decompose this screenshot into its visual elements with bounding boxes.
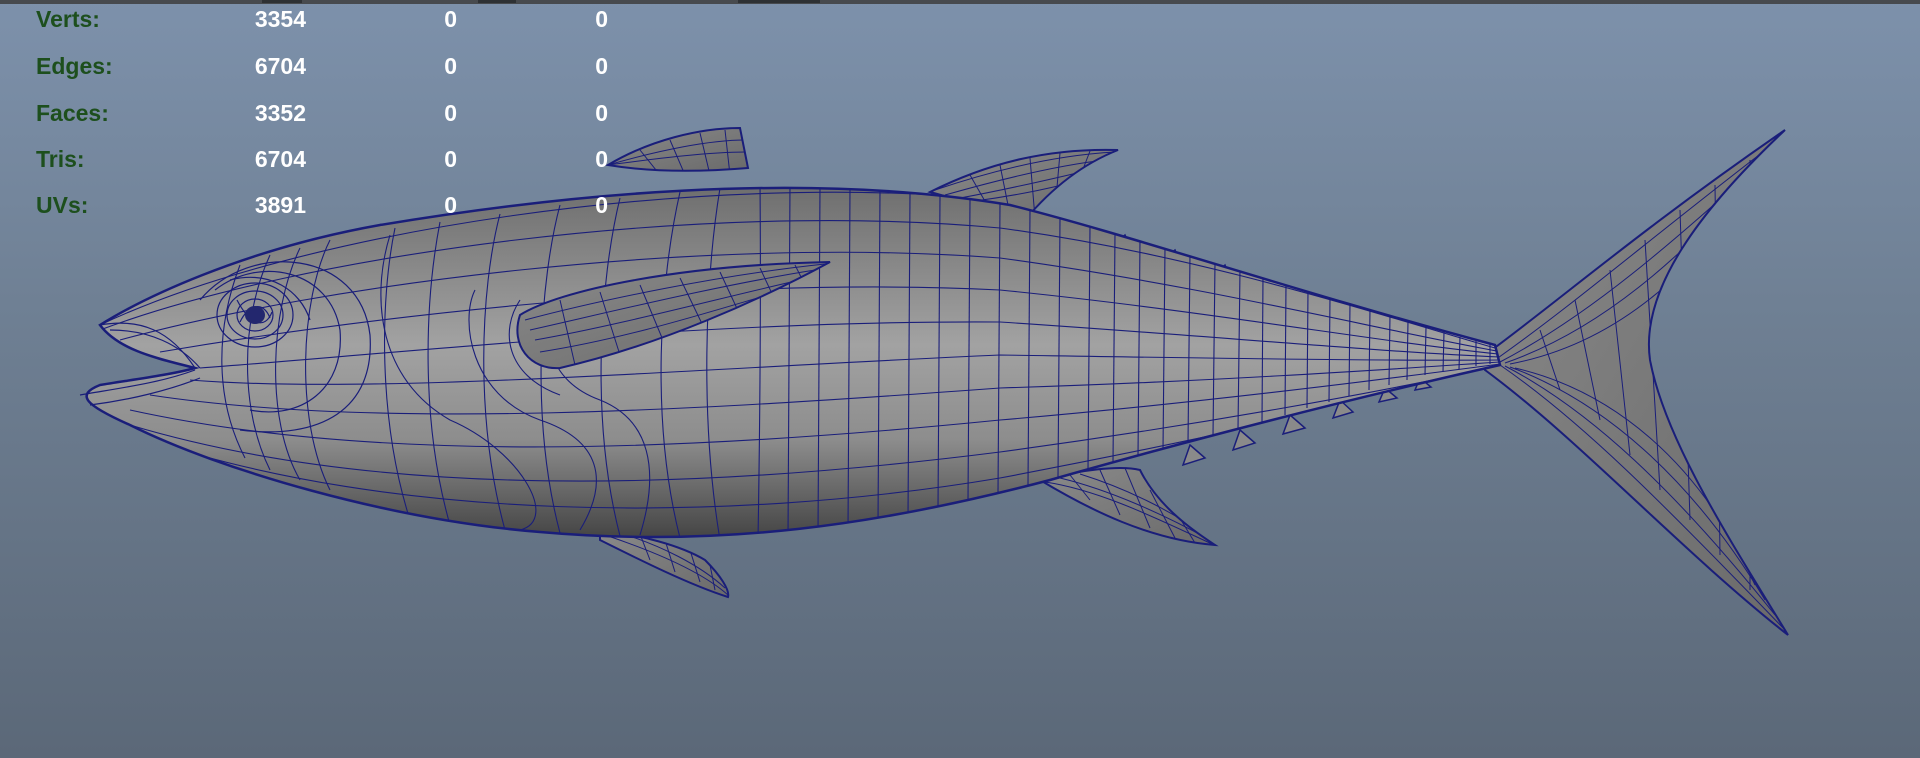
eye-icon [245, 306, 265, 324]
hud-value-highlighted: 0 [595, 100, 608, 126]
hud-value-selected: 0 [444, 100, 457, 126]
hud-label: Verts: [36, 6, 100, 32]
hud-label: Tris: [36, 146, 85, 172]
hud-value-selected: 0 [444, 192, 457, 218]
hud-value-object: 3891 [254, 192, 306, 218]
hud-value-object: 6704 [254, 146, 306, 172]
hud-label: UVs: [36, 192, 89, 218]
hud-value-selected: 0 [444, 6, 457, 32]
hud-value-highlighted: 0 [595, 192, 608, 218]
hud-value-object: 6704 [254, 53, 306, 79]
hud-label: Faces: [36, 100, 109, 126]
hud-value-selected: 0 [444, 53, 457, 79]
hud-label: Edges: [36, 53, 113, 79]
hud-value-highlighted: 0 [595, 6, 608, 32]
3d-viewport[interactable]: Verts: 3354 0 0 Edges: 6704 0 0 Faces: 3… [0, 0, 1920, 758]
hud-value-object: 3354 [254, 6, 306, 32]
hud-value-highlighted: 0 [595, 146, 608, 172]
hud-value-object: 3352 [254, 100, 306, 126]
hud-value-selected: 0 [444, 146, 457, 172]
hud-value-highlighted: 0 [595, 53, 608, 79]
